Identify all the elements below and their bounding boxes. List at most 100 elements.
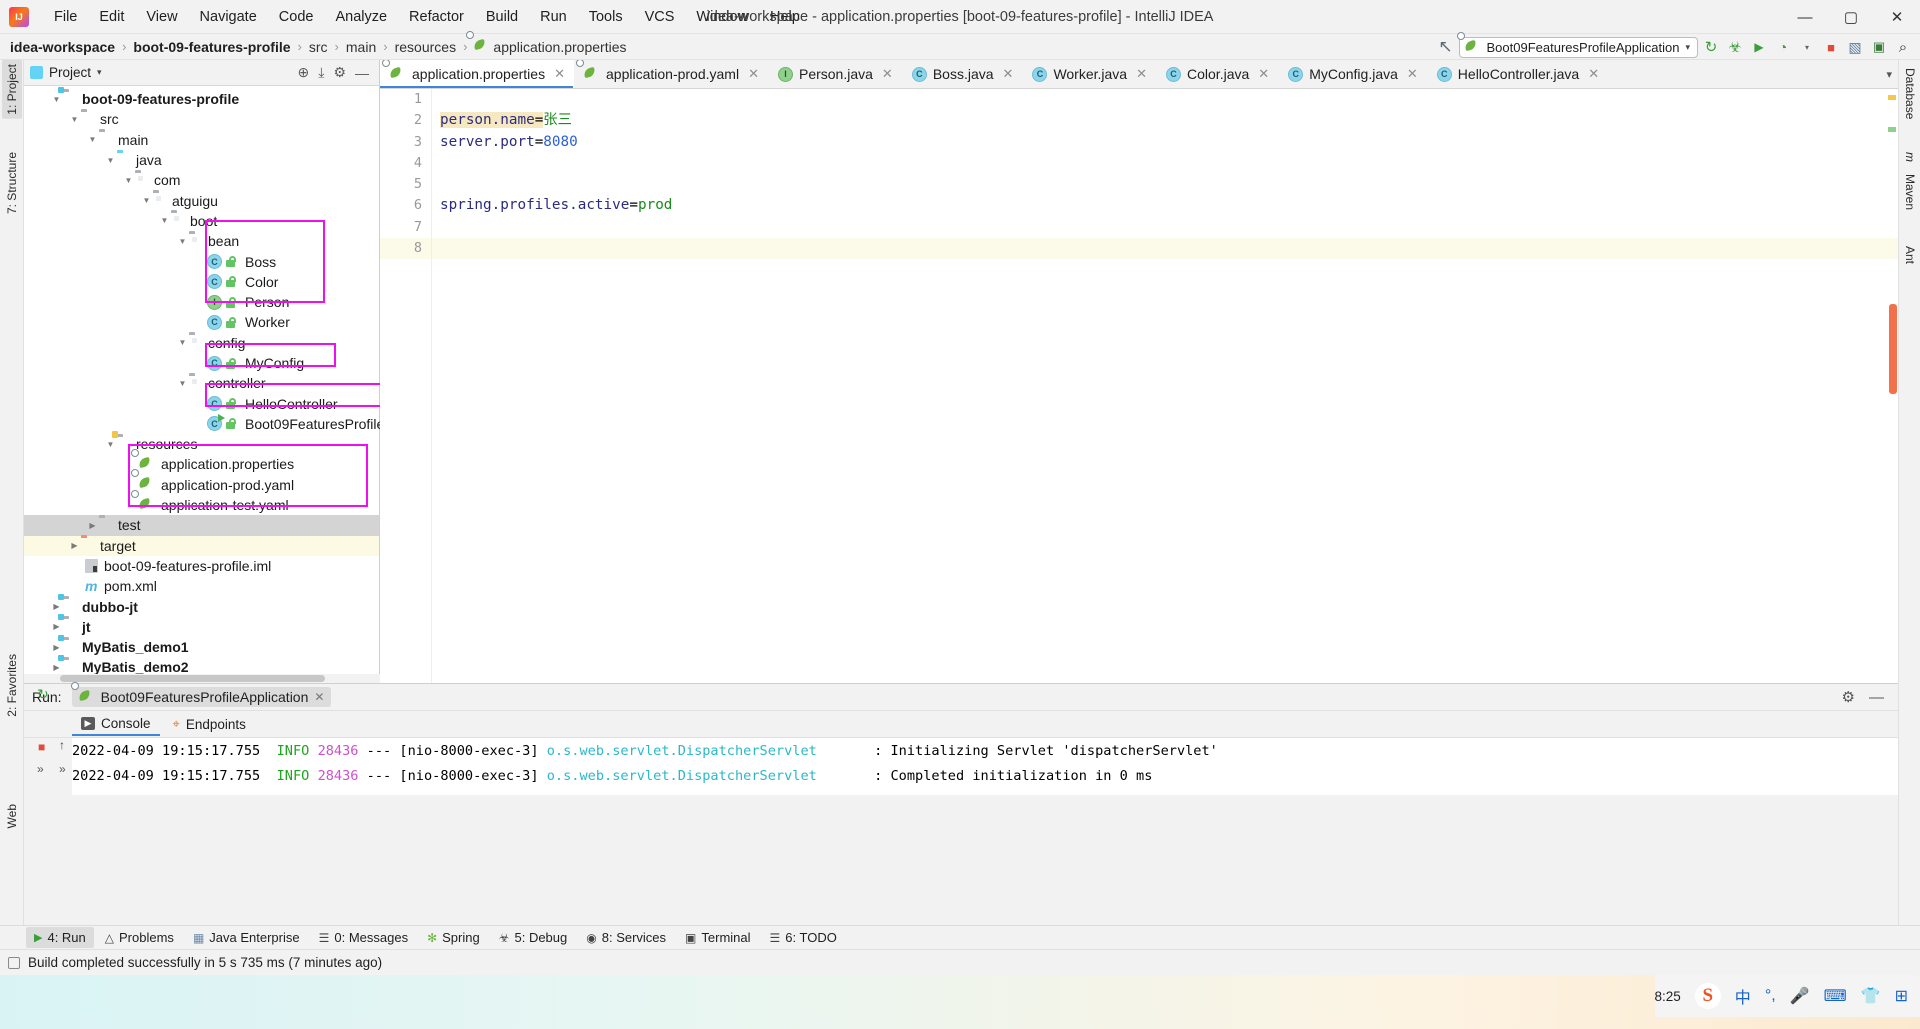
expand-icon[interactable]: » xyxy=(37,762,44,776)
close-button[interactable]: ✕ xyxy=(1874,0,1920,34)
chevron-down-icon[interactable]: ▼ xyxy=(86,135,99,144)
tab-console[interactable]: ▶ Console xyxy=(72,713,160,736)
ime-punctuation-icon[interactable]: °, xyxy=(1765,987,1776,1005)
tab-application-properties[interactable]: application.properties ✕ xyxy=(380,60,574,88)
chevron-right-icon[interactable]: ▶ xyxy=(50,622,63,631)
menu-analyze[interactable]: Analyze xyxy=(324,5,398,29)
breadcrumb-resources[interactable]: resources xyxy=(395,39,456,55)
run-session-tab[interactable]: Boot09FeaturesProfileApplication ✕ xyxy=(72,687,332,707)
rail-marker-warning[interactable] xyxy=(1888,95,1896,100)
chevron-down-icon[interactable]: ▼ xyxy=(104,440,117,449)
code-line-3[interactable]: server.port=8080 xyxy=(432,132,1898,153)
tree-row-src[interactable]: ▼ src xyxy=(24,109,379,129)
close-icon[interactable]: ✕ xyxy=(554,66,565,82)
tree-row-config[interactable]: ▼ config xyxy=(24,333,379,353)
chevron-down-icon[interactable]: ▼ xyxy=(140,196,153,205)
sidebar-item-structure[interactable]: 7: Structure xyxy=(2,148,22,218)
chevron-down-icon[interactable]: ▼ xyxy=(122,176,135,185)
keyboard-icon[interactable]: ⌨ xyxy=(1824,986,1847,1006)
editor-gutter[interactable]: 1 2 3 4 5 6 7 8 xyxy=(380,89,432,683)
menu-refactor[interactable]: Refactor xyxy=(398,5,475,29)
code-line-7[interactable]: 💡 xyxy=(432,217,1898,238)
terminal-icon[interactable]: ▣ xyxy=(1868,37,1890,58)
breadcrumb-src[interactable]: src xyxy=(309,39,328,55)
build-icon[interactable]: ↻ xyxy=(1700,37,1722,58)
tree-row-boot[interactable]: ▼ boot xyxy=(24,211,379,231)
menu-window[interactable]: Window xyxy=(685,5,759,29)
chevron-down-icon[interactable]: ▼ xyxy=(68,115,81,124)
chevron-down-icon[interactable]: ▼ xyxy=(176,237,189,246)
sidebar-item-ant[interactable]: Ant xyxy=(1901,242,1919,268)
microphone-icon[interactable]: 🎤 xyxy=(1790,986,1810,1006)
minimize-button[interactable]: — xyxy=(1782,0,1828,34)
tab-endpoints[interactable]: ⌖ Endpoints xyxy=(164,713,255,735)
menu-vcs[interactable]: VCS xyxy=(634,5,686,29)
menu-run[interactable]: Run xyxy=(529,5,578,29)
run-configuration-selector[interactable]: Boot09FeaturesProfileApplication ▾ xyxy=(1459,37,1698,58)
bottom-tab-messages[interactable]: ☰ 0: Messages xyxy=(311,927,416,948)
bottom-tab-todo[interactable]: ☰ 6: TODO xyxy=(762,927,845,948)
breadcrumb-main[interactable]: main xyxy=(346,39,376,55)
code-line-2[interactable]: person.name=张三 xyxy=(432,110,1898,131)
tree-row-target[interactable]: ▶ target xyxy=(24,536,379,556)
chevron-down-icon[interactable]: ▾ xyxy=(97,67,102,78)
code-line-5[interactable]: #在默认环境的配置文件中，自动想要使用的环境 xyxy=(432,174,1898,195)
tree-row-application-properties[interactable]: application.properties xyxy=(24,454,379,474)
rail-marker-info[interactable] xyxy=(1888,127,1896,132)
console-log-lines[interactable]: 2022-04-09 19:15:17.755 INFO 28436 --- [… xyxy=(72,738,1898,795)
tree-row-main[interactable]: ▼ main xyxy=(24,130,379,150)
tree-row-controller[interactable]: ▼ controller xyxy=(24,373,379,393)
code-editor[interactable]: 1 2 3 4 5 6 7 8 # 开发环境 person.name=张三 se… xyxy=(380,89,1898,683)
tree-row-color[interactable]: C Color xyxy=(24,272,379,292)
chevron-right-icon[interactable]: ▶ xyxy=(86,521,99,530)
tab-color-java[interactable]: C Color.java ✕ xyxy=(1156,60,1278,88)
project-structure-icon[interactable]: ▧ xyxy=(1844,37,1866,58)
breadcrumb-file[interactable]: application.properties xyxy=(493,39,626,55)
stop-icon[interactable]: ■ xyxy=(38,740,45,754)
tree-row-person[interactable]: I Person xyxy=(24,292,379,312)
tab-myconfig-java[interactable]: C MyConfig.java ✕ xyxy=(1278,60,1427,88)
skin-icon[interactable]: 👕 xyxy=(1861,986,1881,1006)
chevron-down-icon[interactable]: ▼ xyxy=(50,95,63,104)
toolbox-icon[interactable]: ⊞ xyxy=(1895,986,1908,1006)
run-with-coverage-icon[interactable]: ◔ xyxy=(1772,37,1794,58)
rerun-icon[interactable]: ↻ xyxy=(37,686,49,703)
scrollbar-thumb[interactable] xyxy=(1889,304,1897,394)
tree-row-jt[interactable]: ▶ jt xyxy=(24,617,379,637)
close-icon[interactable]: ✕ xyxy=(748,66,759,82)
chevron-right-icon[interactable]: ▶ xyxy=(50,663,63,672)
tree-row-dubbo-jt[interactable]: ▶ dubbo-jt xyxy=(24,596,379,616)
collapse-all-icon[interactable]: ⤓ xyxy=(318,64,324,81)
menu-build[interactable]: Build xyxy=(475,5,529,29)
breadcrumb-module[interactable]: boot-09-features-profile xyxy=(133,39,290,55)
hide-panel-icon[interactable]: — xyxy=(1869,689,1884,706)
code-line-6[interactable]: spring.profiles.active=prod xyxy=(432,195,1898,216)
chevron-right-icon[interactable]: ▶ xyxy=(50,643,63,652)
editor-scrollbar[interactable] xyxy=(1886,89,1898,683)
code-line-1[interactable]: # 开发环境 xyxy=(432,89,1898,110)
code-line-4[interactable]: #默认使用的是默认环境，即不加标识的环境。也可以指定环境。 xyxy=(432,153,1898,174)
console-output[interactable]: ↻ ■ ↑ » » 2022-04-09 19:15:17.755 INFO 2… xyxy=(24,738,1898,795)
close-icon[interactable]: ✕ xyxy=(1003,66,1014,82)
menu-tools[interactable]: Tools xyxy=(578,5,634,29)
menu-code[interactable]: Code xyxy=(268,5,325,29)
menu-file[interactable]: File xyxy=(43,5,88,29)
tree-row-com[interactable]: ▼ com xyxy=(24,170,379,190)
tree-row-application-test-yaml[interactable]: application-test.yaml xyxy=(24,495,379,515)
tab-boss-java[interactable]: C Boss.java ✕ xyxy=(902,60,1023,88)
sidebar-item-favorites[interactable]: 2: Favorites xyxy=(2,650,22,721)
tree-row-module[interactable]: ▼ boot-09-features-profile xyxy=(24,89,379,109)
stop-icon[interactable]: ■ xyxy=(1820,37,1842,58)
close-icon[interactable]: ✕ xyxy=(1407,66,1418,82)
chevron-down-icon[interactable]: ▼ xyxy=(104,156,117,165)
tree-row-bean[interactable]: ▼ bean xyxy=(24,231,379,251)
ime-chinese-icon[interactable]: 中 xyxy=(1735,984,1751,1008)
tree-row-application-class[interactable]: C Boot09FeaturesProfileApp xyxy=(24,414,379,434)
run-icon[interactable]: ▶ xyxy=(1748,37,1770,58)
chevron-down-icon[interactable]: ▼ xyxy=(176,338,189,347)
sidebar-item-web[interactable]: Web xyxy=(2,800,22,832)
scroll-up-icon[interactable]: ↑ xyxy=(59,738,65,752)
close-icon[interactable]: ✕ xyxy=(882,66,893,82)
tree-row-myconfig[interactable]: C MyConfig xyxy=(24,353,379,373)
bottom-tab-terminal[interactable]: ▣ Terminal xyxy=(677,927,758,948)
